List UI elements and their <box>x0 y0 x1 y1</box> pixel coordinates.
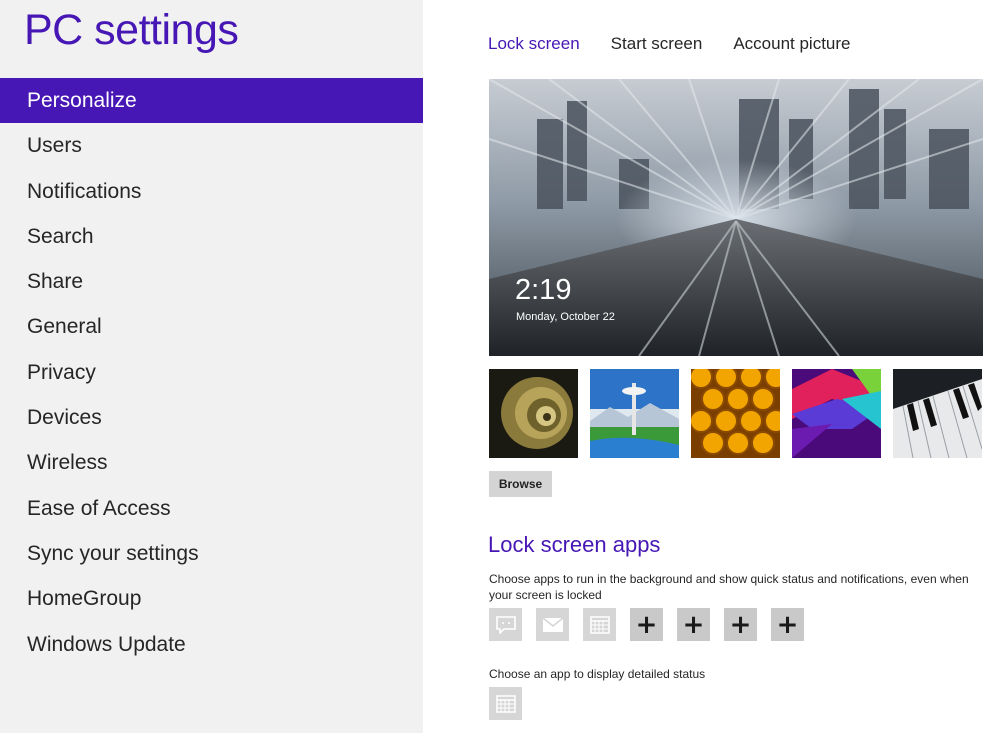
detailed-status-app-slot[interactable] <box>489 687 522 720</box>
preview-date: Monday, October 22 <box>516 311 615 323</box>
app-slot-calendar[interactable] <box>583 608 616 641</box>
preview-time: 2:19 <box>515 274 572 306</box>
app-slot-empty-3[interactable]: + <box>724 608 757 641</box>
thumbnail-nautilus-shell[interactable] <box>489 369 578 458</box>
sidebar-item-share[interactable]: Share <box>0 259 423 304</box>
sidebar: PC settings Personalize Users Notificati… <box>0 0 423 733</box>
calendar-icon <box>495 694 516 713</box>
app-slot-empty-4[interactable]: + <box>771 608 804 641</box>
thumbnail-space-needle[interactable] <box>590 369 679 458</box>
app-slot-mail[interactable] <box>536 608 569 641</box>
lock-screen-apps-heading: Lock screen apps <box>488 532 661 557</box>
calendar-icon <box>589 615 610 634</box>
thumbnail-geometric-color[interactable] <box>792 369 881 458</box>
tab-lock-screen[interactable]: Lock screen <box>488 34 580 54</box>
background-thumbnails <box>489 369 983 458</box>
sidebar-nav: Personalize Users Notifications Search S… <box>0 78 423 667</box>
sidebar-item-general[interactable]: General <box>0 304 423 349</box>
tab-start-screen[interactable]: Start screen <box>611 34 703 54</box>
plus-icon: + <box>682 609 705 640</box>
app-slot-empty-2[interactable]: + <box>677 608 710 641</box>
tab-bar: Lock screen Start screen Account picture <box>488 34 851 54</box>
page-title: PC settings <box>24 6 239 54</box>
sidebar-item-personalize[interactable]: Personalize <box>0 78 423 124</box>
plus-icon: + <box>729 609 752 640</box>
browse-button[interactable]: Browse <box>489 471 552 497</box>
detailed-status-description: Choose an app to display detailed status <box>489 667 706 681</box>
sidebar-item-devices[interactable]: Devices <box>0 395 423 440</box>
messaging-icon <box>495 615 516 634</box>
sidebar-item-sync-settings[interactable]: Sync your settings <box>0 531 423 576</box>
plus-icon: + <box>635 609 658 640</box>
thumbnail-piano-keys[interactable] <box>893 369 982 458</box>
main-panel: Lock screen Start screen Account picture <box>423 0 999 733</box>
app-slot-empty-1[interactable]: + <box>630 608 663 641</box>
plus-icon: + <box>776 609 799 640</box>
sidebar-item-privacy[interactable]: Privacy <box>0 350 423 395</box>
sidebar-item-notifications[interactable]: Notifications <box>0 169 423 214</box>
sidebar-item-search[interactable]: Search <box>0 214 423 259</box>
mail-icon <box>542 616 563 632</box>
app-slot-messaging[interactable] <box>489 608 522 641</box>
sidebar-item-wireless[interactable]: Wireless <box>0 440 423 485</box>
lock-screen-preview: 2:19 Monday, October 22 <box>489 79 983 356</box>
sidebar-item-homegroup[interactable]: HomeGroup <box>0 576 423 621</box>
sidebar-item-ease-of-access[interactable]: Ease of Access <box>0 486 423 531</box>
thumbnail-honeycomb[interactable] <box>691 369 780 458</box>
tab-account-picture[interactable]: Account picture <box>733 34 850 54</box>
lock-screen-apps-description: Choose apps to run in the background and… <box>489 572 969 602</box>
sidebar-item-users[interactable]: Users <box>0 123 423 168</box>
sidebar-item-windows-update[interactable]: Windows Update <box>0 622 423 667</box>
